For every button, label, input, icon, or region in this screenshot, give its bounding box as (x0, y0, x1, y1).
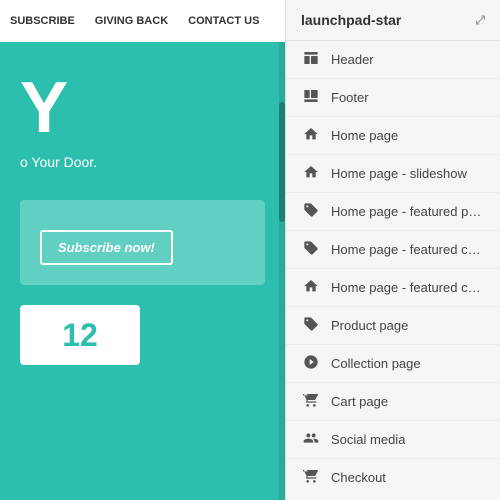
right-panel: launchpad-star ⤢ Header Footer Home page (285, 0, 500, 500)
menu-item-featured-product[interactable]: Home page - featured produc... (286, 193, 500, 231)
tag-product-icon (301, 202, 321, 221)
nav-giving-back[interactable]: GIVING BACK (95, 15, 168, 27)
nav-contact-us[interactable]: CONTACT US (188, 15, 259, 27)
menu-label-featured-collection: Home page - featured collecti... (331, 242, 485, 257)
header-icon (301, 50, 321, 69)
menu-label-footer: Footer (331, 90, 369, 105)
nav-bar: SUBSCRIBE GIVING BACK CONTACT US (0, 0, 285, 42)
menu-label-featured-product: Home page - featured produc... (331, 204, 485, 219)
home-content-icon (301, 278, 321, 297)
menu-item-home[interactable]: Home page (286, 117, 500, 155)
number-display: 12 (20, 305, 140, 365)
menu-item-featured-content[interactable]: Home page - featured content... (286, 269, 500, 307)
big-letter: Y (20, 72, 265, 144)
cart-icon (301, 392, 321, 411)
menu-item-home-slideshow[interactable]: Home page - slideshow (286, 155, 500, 193)
menu-label-cart-page: Cart page (331, 394, 388, 409)
menu-label-social-media: Social media (331, 432, 405, 447)
collection-page-icon (301, 354, 321, 373)
menu-label-product-page: Product page (331, 318, 408, 333)
product-page-icon (301, 316, 321, 335)
social-media-icon (301, 430, 321, 449)
menu-item-footer[interactable]: Footer (286, 79, 500, 117)
nav-subscribe[interactable]: SUBSCRIBE (10, 15, 75, 27)
menu-item-product-page[interactable]: Product page (286, 307, 500, 345)
scroll-thumb (279, 102, 285, 222)
home-slideshow-icon (301, 164, 321, 183)
expand-icon[interactable]: ⤢ (475, 13, 485, 28)
panel-title: launchpad-star (301, 12, 401, 28)
tag-collection-icon (301, 240, 321, 259)
footer-icon (301, 88, 321, 107)
menu-item-checkout[interactable]: Checkout (286, 459, 500, 495)
left-preview-panel: SUBSCRIBE GIVING BACK CONTACT US Y o You… (0, 0, 285, 500)
menu-label-featured-content: Home page - featured content... (331, 280, 485, 295)
scroll-indicator (279, 42, 285, 500)
subscribe-box: Subscribe now! (20, 200, 265, 285)
menu-item-header[interactable]: Header (286, 41, 500, 79)
subscribe-button[interactable]: Subscribe now! (40, 230, 173, 265)
menu-label-header: Header (331, 52, 374, 67)
menu-label-checkout: Checkout (331, 470, 386, 485)
menu-item-cart-page[interactable]: Cart page (286, 383, 500, 421)
menu-label-home-slideshow: Home page - slideshow (331, 166, 467, 181)
panel-header: launchpad-star ⤢ (286, 0, 500, 41)
home-icon (301, 126, 321, 145)
menu-label-home: Home page (331, 128, 398, 143)
menu-list: Header Footer Home page Home page - slid… (286, 41, 500, 495)
main-content: Y o Your Door. Subscribe now! 12 (0, 42, 285, 385)
menu-item-collection-page[interactable]: Collection page (286, 345, 500, 383)
tagline: o Your Door. (20, 154, 265, 170)
menu-item-featured-collection[interactable]: Home page - featured collecti... (286, 231, 500, 269)
menu-label-collection-page: Collection page (331, 356, 421, 371)
menu-item-social-media[interactable]: Social media (286, 421, 500, 459)
checkout-icon (301, 468, 321, 487)
